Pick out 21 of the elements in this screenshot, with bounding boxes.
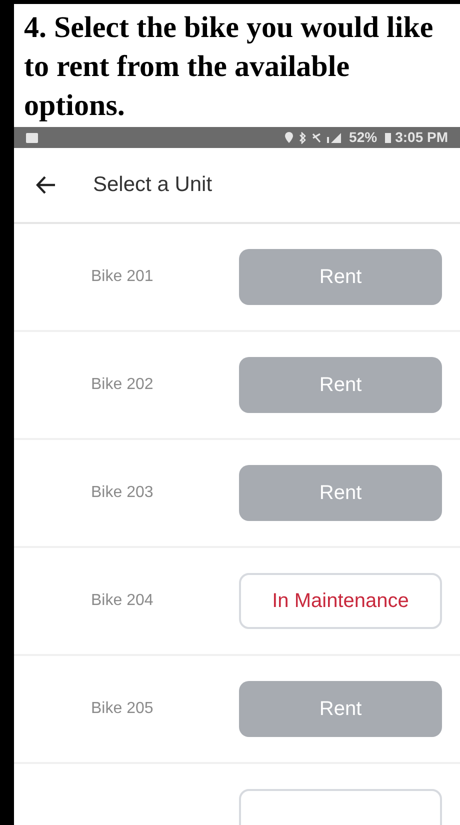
notification-icon — [26, 132, 38, 142]
app-bar-title: Select a Unit — [93, 172, 212, 198]
rent-button[interactable]: Rent — [239, 357, 442, 413]
unit-name: Bike 202 — [90, 375, 154, 395]
rent-button[interactable]: Rent — [239, 249, 442, 305]
battery-text: 52% — [349, 128, 378, 147]
location-pin-icon — [285, 132, 294, 143]
unit-name: Bike 203 — [90, 483, 154, 503]
maintenance-button[interactable]: In Maintenance — [239, 573, 442, 629]
unit-name: Bike 201 — [90, 267, 154, 287]
time-text: 3:05 PM — [395, 128, 448, 147]
unit-name: Bike 204 — [90, 591, 154, 611]
mute-icon — [312, 132, 322, 142]
instruction-text: 4. Select the bike you would like to rent from the available options. — [23, 10, 434, 124]
rent-button[interactable]: Rent — [239, 465, 442, 521]
back-arrow-icon — [36, 176, 56, 194]
unit-name: Bike 205 — [90, 699, 154, 719]
battery-icon — [385, 132, 392, 142]
bluetooth-icon — [299, 132, 306, 144]
signal-icon — [327, 132, 342, 143]
rent-button[interactable]: Rent — [239, 681, 442, 737]
